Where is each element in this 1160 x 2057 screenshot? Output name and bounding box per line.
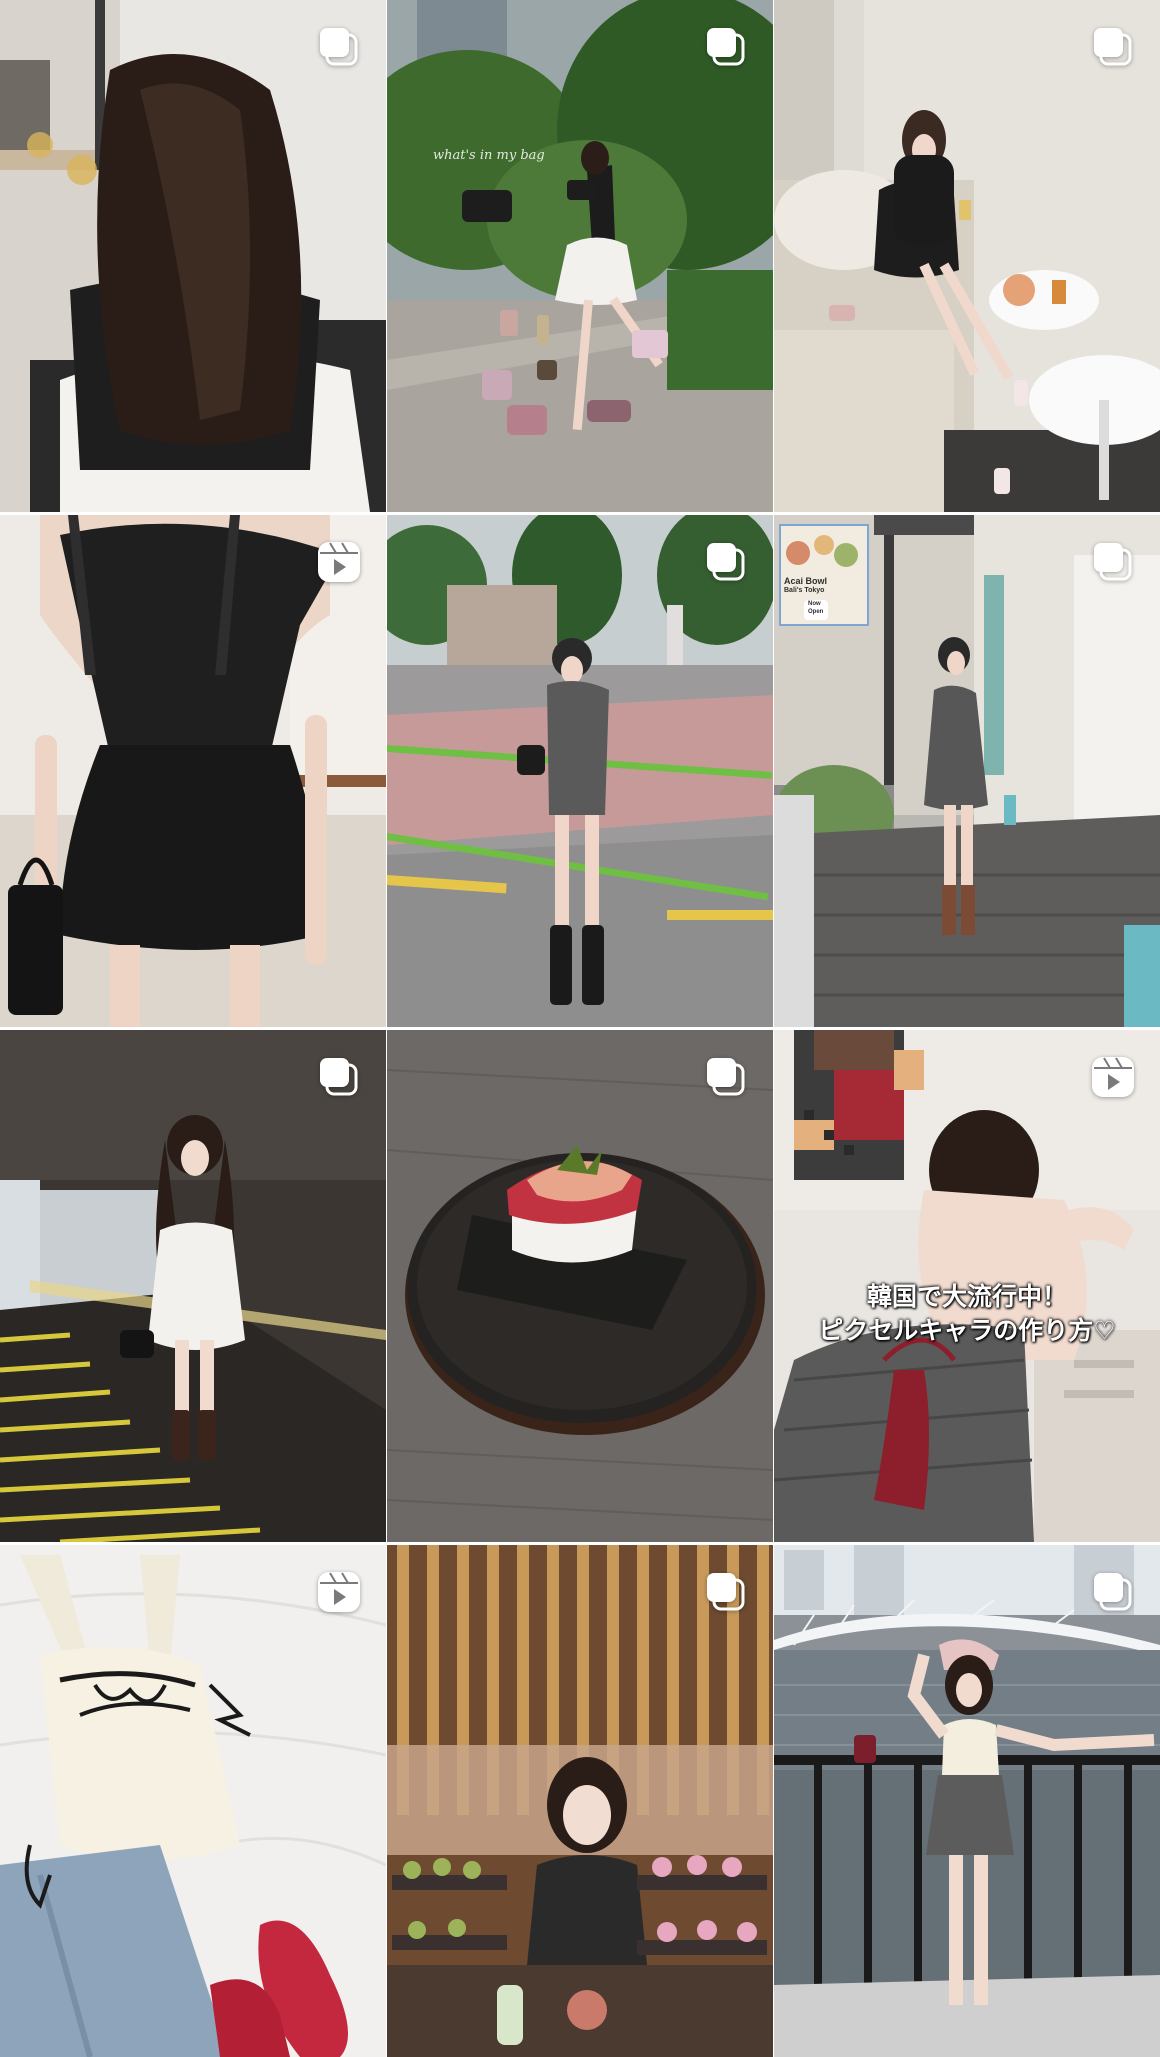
post-tile-3[interactable]: [774, 0, 1160, 512]
post-tile-7[interactable]: [0, 1030, 386, 1542]
carousel-icon: [701, 22, 751, 72]
post-thumbnail-black-dress: [0, 515, 386, 1027]
post-thumbnail-sushi-plate: [387, 1030, 773, 1542]
carousel-icon: [701, 1567, 751, 1617]
bag-overlay-text: what's in my bag: [433, 148, 545, 163]
post-tile-1[interactable]: [0, 0, 386, 512]
post-tile-10[interactable]: [0, 1545, 386, 2057]
reels-icon: [314, 537, 364, 587]
carousel-icon: [1088, 1567, 1138, 1617]
post-thumbnail-hair-salon: [0, 0, 386, 512]
post-tile-4[interactable]: [0, 515, 386, 1027]
post-thumbnail-cafe-sofa: [774, 0, 1160, 512]
carousel-icon: [1088, 22, 1138, 72]
post-tile-12[interactable]: [774, 1545, 1160, 2057]
carousel-icon: [314, 1052, 364, 1102]
sign-line-1: Acai Bowl: [784, 576, 828, 586]
post-thumbnail-whats-in-my-bag: [387, 0, 773, 512]
reel-caption-line-1: 韓国で大流行中！: [866, 1282, 1067, 1311]
sign-line-3: Now: [808, 601, 821, 607]
post-tile-9[interactable]: 韓国で大流行中！ ピクセルキャラの作り方♡: [774, 1030, 1160, 1542]
post-thumbnail-acai-cafe-boardwalk: [774, 515, 1160, 1027]
sign-line-4: Open: [808, 609, 824, 615]
post-thumbnail-flat-lay-outfit: [0, 1545, 386, 2057]
post-tile-2[interactable]: what's in my bag: [387, 0, 773, 512]
profile-post-grid: what's in my bag Acai Bowl Bali's Tokyo …: [0, 0, 1160, 2057]
post-tile-8[interactable]: [387, 1030, 773, 1542]
reels-icon: [314, 1567, 364, 1617]
reel-caption-line-2: ピクセルキャラの作り方♡: [818, 1316, 1116, 1345]
post-tile-11[interactable]: [387, 1545, 773, 2057]
post-thumbnail-street-railing: [387, 515, 773, 1027]
post-thumbnail-escalator: [0, 1030, 386, 1542]
carousel-icon: [701, 1052, 751, 1102]
post-thumbnail-riverside-bridge: [774, 1545, 1160, 2057]
reels-icon: [1088, 1052, 1138, 1102]
sign-line-2: Bali's Tokyo: [784, 587, 825, 594]
post-thumbnail-afternoon-tea: [387, 1545, 773, 2057]
carousel-icon: [701, 537, 751, 587]
carousel-icon: [314, 22, 364, 72]
post-tile-5[interactable]: [387, 515, 773, 1027]
carousel-icon: [1088, 537, 1138, 587]
post-tile-6[interactable]: Acai Bowl Bali's Tokyo Now Open: [774, 515, 1160, 1027]
